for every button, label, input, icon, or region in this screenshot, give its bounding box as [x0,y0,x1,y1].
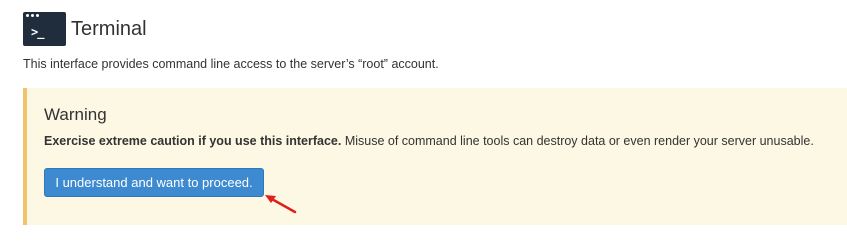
window-dot [36,14,39,17]
terminal-page: >_ Terminal This interface provides comm… [0,0,847,242]
warning-detail: Misuse of command line tools can destroy… [341,134,814,148]
prompt-glyph: >_ [31,25,44,39]
page-description: This interface provides command line acc… [23,57,439,71]
window-dot [31,14,34,17]
page-header: >_ Terminal [23,12,147,46]
proceed-button[interactable]: I understand and want to proceed. [44,168,264,197]
window-dots [26,14,39,17]
warning-message: Exercise extreme caution if you use this… [44,134,814,148]
annotation-arrow-icon [265,195,297,214]
terminal-icon: >_ [23,12,66,46]
warning-title: Warning [44,105,107,124]
window-dot [26,14,29,17]
warning-emphasis: Exercise extreme caution if you use this… [44,134,342,148]
warning-callout: Warning Exercise extreme caution if you … [23,88,847,225]
page-title: Terminal [71,18,147,40]
